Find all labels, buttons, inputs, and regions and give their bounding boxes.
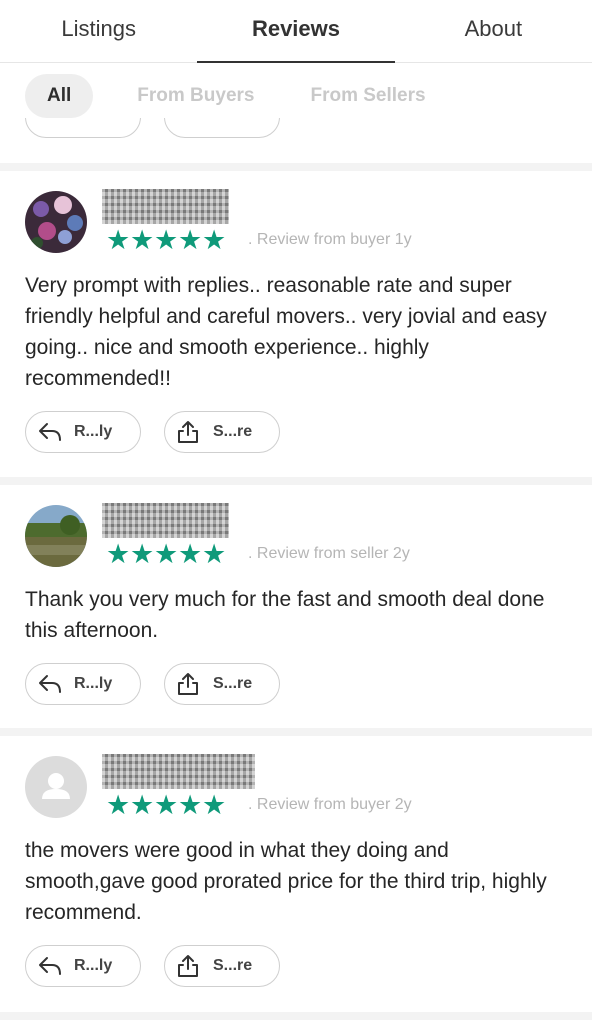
avatar[interactable]: [25, 505, 87, 567]
star-rating: ★ ★ ★ ★ ★: [106, 539, 227, 569]
review-filter-bar: All From Buyers From Sellers: [25, 74, 460, 118]
filter-from-buyers[interactable]: From Buyers: [115, 74, 276, 118]
previous-review-actions: [0, 118, 592, 142]
reply-icon: [38, 954, 62, 978]
share-label: S...re: [213, 423, 253, 440]
divider: [0, 1012, 592, 1020]
star-icon: ★: [154, 225, 179, 255]
star-rating: ★ ★ ★ ★ ★: [106, 790, 227, 820]
star-icon: ★: [202, 225, 227, 255]
star-icon: ★: [178, 790, 203, 820]
review-meta: . Review from seller 2y: [248, 545, 410, 562]
tab-bar: Listings Reviews About: [0, 0, 592, 63]
share-button[interactable]: S...re: [164, 411, 280, 453]
review-text: Very prompt with replies.. reasonable ra…: [25, 274, 547, 390]
star-icon: ★: [202, 539, 227, 569]
star-icon: ★: [130, 790, 155, 820]
reply-button[interactable]: R...ly: [25, 945, 141, 987]
reply-label: R...ly: [74, 675, 113, 692]
reply-icon: [38, 420, 62, 444]
reply-button-previous[interactable]: [25, 118, 141, 138]
star-icon: ★: [106, 225, 131, 255]
share-button-previous[interactable]: [164, 118, 280, 138]
star-icon: ★: [106, 539, 131, 569]
tab-about[interactable]: About: [395, 0, 592, 62]
tab-reviews[interactable]: Reviews: [197, 0, 395, 63]
reply-icon: [38, 672, 62, 696]
star-icon: ★: [130, 225, 155, 255]
reply-label: R...ly: [74, 423, 113, 440]
avatar[interactable]: [25, 756, 87, 818]
share-icon: [177, 954, 201, 978]
star-icon: ★: [178, 225, 203, 255]
share-button[interactable]: S...re: [164, 945, 280, 987]
reviewer-name-redacted: [102, 503, 229, 538]
share-icon: [177, 672, 201, 696]
star-icon: ★: [130, 539, 155, 569]
divider: [0, 728, 592, 736]
divider: [0, 477, 592, 485]
share-label: S...re: [213, 957, 253, 974]
review-meta: . Review from buyer 1y: [248, 231, 412, 248]
star-icon: ★: [154, 539, 179, 569]
review-text: Thank you very much for the fast and smo…: [25, 588, 545, 642]
review-meta: . Review from buyer 2y: [248, 796, 412, 813]
star-icon: ★: [106, 790, 131, 820]
share-icon: [177, 420, 201, 444]
reply-button[interactable]: R...ly: [25, 411, 141, 453]
star-icon: ★: [178, 539, 203, 569]
star-icon: ★: [154, 790, 179, 820]
tab-listings[interactable]: Listings: [0, 0, 197, 62]
filter-all[interactable]: All: [25, 74, 94, 118]
divider: [0, 163, 592, 171]
filter-from-sellers[interactable]: From Sellers: [288, 74, 447, 118]
star-rating: ★ ★ ★ ★ ★: [106, 225, 227, 255]
share-label: S...re: [213, 675, 253, 692]
avatar[interactable]: [25, 191, 87, 253]
share-button[interactable]: S...re: [164, 663, 280, 705]
star-icon: ★: [202, 790, 227, 820]
review-text: the movers were good in what they doing …: [25, 839, 547, 924]
reply-button[interactable]: R...ly: [25, 663, 141, 705]
reply-label: R...ly: [74, 957, 113, 974]
reviewer-name-redacted: [102, 189, 229, 224]
reviewer-name-redacted: [102, 754, 255, 789]
